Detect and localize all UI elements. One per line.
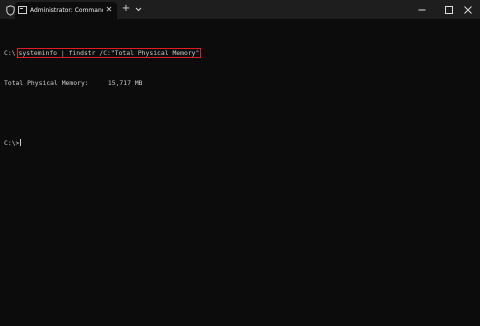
maximize-icon bbox=[445, 5, 453, 14]
close-button[interactable] bbox=[456, 0, 480, 19]
tab-title: Administrator: Command Prompt bbox=[30, 7, 103, 14]
terminal-icon bbox=[18, 6, 27, 14]
minimize-button[interactable] bbox=[410, 0, 434, 19]
text-cursor bbox=[20, 139, 22, 146]
command-line: C:\ systeminfo | findstr /C:"Total Physic… bbox=[4, 48, 476, 58]
title-bar: Administrator: Command Prompt ✕ + bbox=[0, 0, 480, 19]
prompt: C:\ bbox=[4, 49, 16, 57]
chevron-down-icon[interactable] bbox=[133, 3, 143, 15]
tab-close-button[interactable]: ✕ bbox=[104, 5, 114, 15]
terminal-window: Administrator: Command Prompt ✕ + C:\sy bbox=[0, 0, 480, 326]
highlighted-command: systeminfo | findstr /C:"Total Physical … bbox=[16, 48, 202, 58]
output-line: Total Physical Memory: 15,717 MB bbox=[4, 79, 143, 87]
minimize-icon bbox=[418, 9, 426, 10]
tab-command-prompt[interactable]: Administrator: Command Prompt ✕ bbox=[15, 2, 117, 19]
terminal-output[interactable]: C:\ systeminfo | findstr /C:"Total Physic… bbox=[4, 28, 476, 168]
new-tab-button[interactable]: + bbox=[121, 3, 131, 15]
prompt: C:\> bbox=[4, 139, 20, 147]
close-icon bbox=[464, 5, 472, 14]
current-prompt-line[interactable]: C:\> bbox=[4, 138, 476, 148]
